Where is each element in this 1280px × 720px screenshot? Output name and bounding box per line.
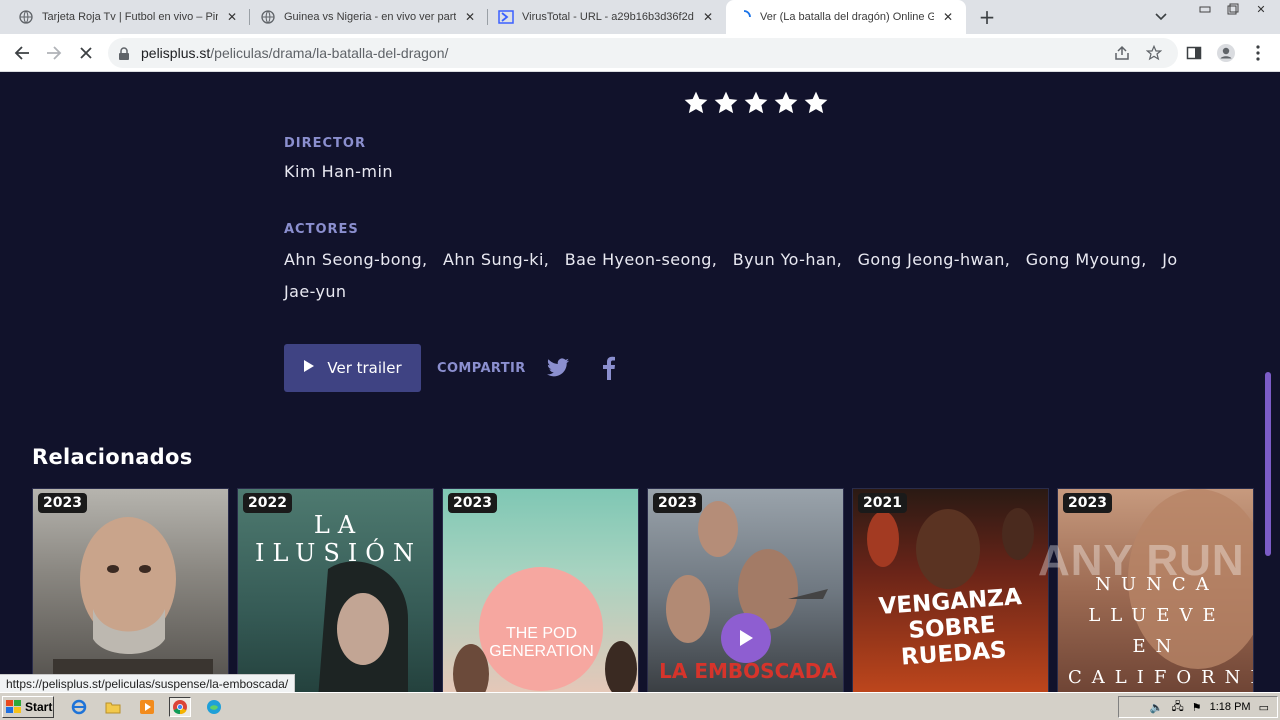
address-bar[interactable]: pelisplus.st/peliculas/drama/la-batalla-…	[108, 38, 1178, 68]
share-icon[interactable]	[1112, 43, 1132, 63]
close-tab-icon[interactable]: ✕	[700, 9, 716, 25]
url-text: pelisplus.st/peliculas/drama/la-batalla-…	[141, 45, 449, 61]
twitter-icon[interactable]	[545, 356, 571, 382]
star-icon[interactable]	[743, 90, 769, 116]
close-tab-icon[interactable]: ✕	[462, 9, 478, 25]
actor-link[interactable]: Gong Myoung,	[1026, 250, 1147, 269]
facebook-icon[interactable]	[600, 356, 626, 382]
tab-strip: Tarjeta Roja Tv | Futbol en vivo – Pirl …	[0, 0, 1280, 34]
browser-toolbar: pelisplus.st/peliculas/drama/la-batalla-…	[0, 34, 1280, 72]
taskbar: Start 🔈 🖧 ⚑ 1:18 PM ▭	[0, 692, 1280, 720]
forward-arrow-icon[interactable]	[44, 43, 64, 63]
page-scrollbar[interactable]	[1265, 372, 1271, 556]
show-desktop-icon[interactable]: ▭	[1259, 701, 1269, 714]
star-icon[interactable]	[683, 90, 709, 116]
actor-link[interactable]: Ahn Sung-ki,	[443, 250, 549, 269]
flag-icon[interactable]: ⚑	[1192, 701, 1202, 714]
start-label: Start	[25, 700, 53, 714]
star-icon[interactable]	[713, 90, 739, 116]
tab-tarjeta-roja[interactable]: Tarjeta Roja Tv | Futbol en vivo – Pirl …	[8, 0, 250, 34]
media-player-icon[interactable]	[136, 697, 158, 717]
rating-stars[interactable]	[683, 90, 829, 116]
trailer-button-label: Ver trailer	[327, 359, 402, 377]
actors-list: Ahn Seong-bong, Ahn Sung-ki, Bae Hyeon-s…	[284, 244, 1184, 308]
year-badge: 2023	[38, 493, 87, 513]
close-window-button[interactable]: ✕	[1248, 0, 1274, 18]
actors-label: ACTORES	[284, 222, 359, 237]
globe-icon	[18, 9, 34, 25]
related-title: Relacionados	[32, 445, 193, 469]
star-icon[interactable]	[803, 90, 829, 116]
actor-link[interactable]: Bae Hyeon-seong,	[565, 250, 718, 269]
link-status-bar: https://pelisplus.st/peliculas/suspense/…	[0, 674, 296, 694]
clock: 1:18 PM	[1209, 701, 1251, 713]
lock-icon	[118, 46, 130, 65]
poster-title: THE POD GENERATION	[489, 625, 594, 660]
tab-title: Guinea vs Nigeria - en vivo ver partid	[284, 11, 456, 23]
related-card[interactable]: NUNCA LLUEVE EN CALIFORNIA 2023	[1057, 488, 1254, 692]
system-tray: 🔈 🖧 ⚑ 1:18 PM ▭	[1118, 696, 1278, 718]
menu-dots-icon[interactable]	[1248, 43, 1268, 63]
tab-batalla-dragon[interactable]: Ver (La batalla del dragón) Online Gr ✕	[726, 0, 966, 34]
volume-icon[interactable]: 🔈	[1150, 701, 1164, 714]
year-badge: 2023	[448, 493, 497, 513]
chrome-icon[interactable]	[169, 697, 191, 717]
back-arrow-icon[interactable]	[12, 43, 32, 63]
restore-button[interactable]	[1220, 0, 1246, 18]
loading-icon	[736, 9, 752, 25]
actor-link[interactable]: Gong Jeong-hwan,	[858, 250, 1011, 269]
related-cards: 2023 LA ILUSIÓN 2022 THE POD GENERATION …	[32, 488, 1254, 692]
director-label: DIRECTOR	[284, 136, 366, 151]
year-badge: 2022	[243, 493, 292, 513]
close-tab-icon[interactable]: ✕	[224, 9, 240, 25]
anyrun-watermark: ANY RUN	[1038, 536, 1245, 585]
tab-title: Ver (La batalla del dragón) Online Gr	[760, 11, 934, 23]
poster-title: LA ILUSIÓN	[255, 511, 422, 567]
windows-logo-icon	[6, 700, 21, 713]
bookmark-star-icon[interactable]	[1144, 43, 1164, 63]
start-button[interactable]: Start	[2, 696, 54, 718]
related-card[interactable]: LA ILUSIÓN 2022	[237, 488, 434, 692]
virustotal-icon	[498, 9, 514, 25]
new-tab-button[interactable]: +	[976, 5, 998, 29]
window-controls: ✕	[1190, 0, 1274, 18]
year-badge: 2023	[653, 493, 702, 513]
tab-title: Tarjeta Roja Tv | Futbol en vivo – Pirl	[42, 11, 218, 23]
tab-virustotal[interactable]: VirusTotal - URL - a29b16b3d36f2dc2 ✕	[488, 0, 726, 34]
profile-avatar-icon[interactable]	[1216, 43, 1236, 63]
related-card[interactable]: LA EMBOSCADA 2023	[647, 488, 844, 692]
poster-art	[53, 517, 213, 692]
side-panel-icon[interactable]	[1184, 43, 1204, 63]
related-card[interactable]: VENGANZA SOBRE RUEDAS 2021	[852, 488, 1049, 692]
play-overlay-button[interactable]	[721, 613, 771, 663]
actor-link[interactable]: Byun Yo-han,	[733, 250, 842, 269]
minimize-button[interactable]	[1192, 0, 1218, 18]
stop-loading-icon[interactable]	[76, 43, 96, 63]
share-label: COMPARTIR	[437, 361, 526, 376]
network-icon[interactable]: 🖧	[1171, 698, 1183, 717]
page-content: DIRECTOR Kim Han-min ACTORES Ahn Seong-b…	[0, 72, 1280, 692]
poster-title: VENGANZA SOBRE RUEDAS	[877, 584, 1023, 671]
tab-title: VirusTotal - URL - a29b16b3d36f2dc2	[522, 11, 694, 23]
trailer-button[interactable]: Ver trailer	[284, 344, 421, 392]
related-card[interactable]: 2023	[32, 488, 229, 692]
play-icon	[740, 630, 753, 646]
star-icon[interactable]	[773, 90, 799, 116]
year-badge: 2021	[858, 493, 907, 513]
tab-guinea-nigeria[interactable]: Guinea vs Nigeria - en vivo ver partid ✕	[250, 0, 488, 34]
ie-icon[interactable]	[68, 697, 90, 717]
play-icon	[303, 359, 315, 377]
poster-art	[453, 567, 637, 692]
globe-icon	[260, 9, 276, 25]
close-tab-icon[interactable]: ✕	[940, 9, 956, 25]
folder-icon[interactable]	[102, 697, 124, 717]
director-name[interactable]: Kim Han-min	[284, 162, 393, 181]
edge-icon[interactable]	[203, 697, 225, 717]
related-card[interactable]: THE POD GENERATION 2023	[442, 488, 639, 692]
year-badge: 2023	[1063, 493, 1112, 513]
actor-link[interactable]: Ahn Seong-bong,	[284, 250, 428, 269]
tab-search-chevron-icon[interactable]	[1152, 8, 1170, 26]
poster-title: NUNCA LLUEVE EN CALIFORNIA	[1068, 574, 1253, 688]
